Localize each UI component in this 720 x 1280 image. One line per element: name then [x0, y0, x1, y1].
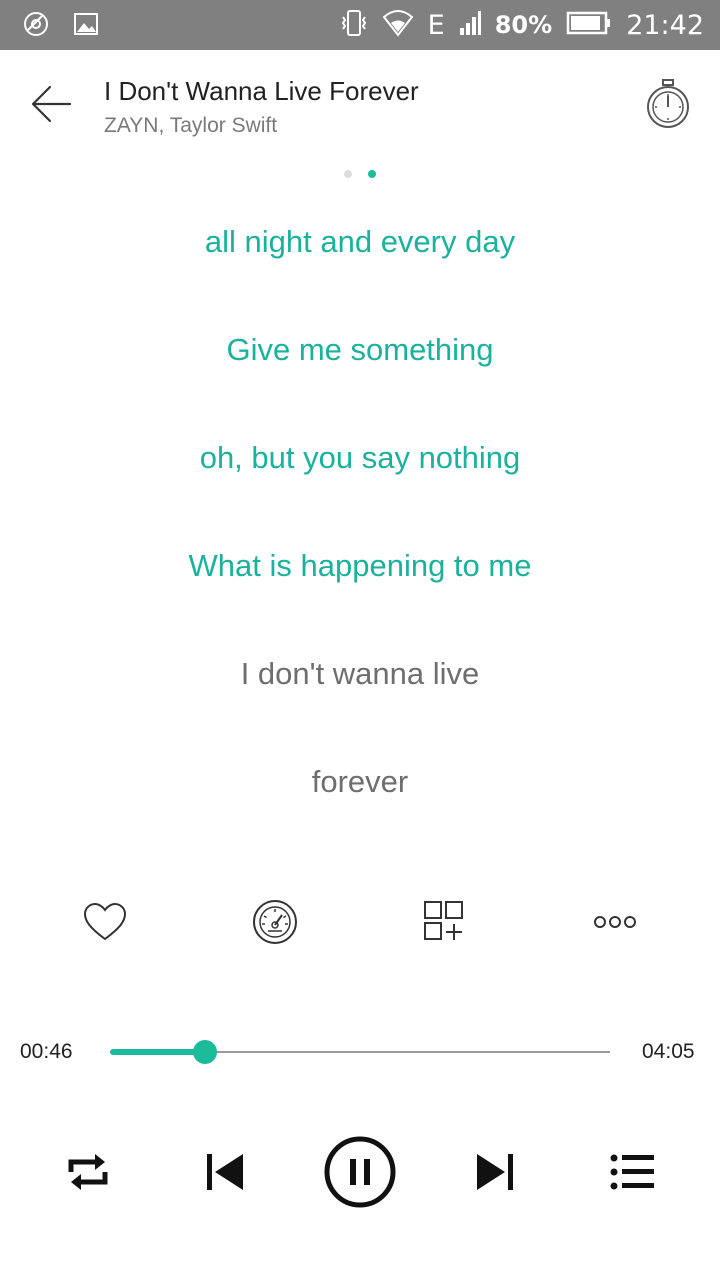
lyric-line: What is happening to me: [188, 548, 532, 583]
lyric-line: Give me something: [226, 332, 494, 367]
previous-icon: [207, 1154, 243, 1190]
next-icon: [477, 1154, 513, 1190]
more-options-button[interactable]: [588, 896, 640, 948]
back-button[interactable]: [26, 82, 76, 126]
repeat-icon: [68, 1154, 108, 1190]
battery-percent: 80%: [494, 11, 553, 39]
add-grid-icon: [424, 901, 463, 940]
wifi-icon: [382, 9, 414, 42]
page-dot-lyrics[interactable]: [368, 170, 376, 178]
seek-bar-thumb[interactable]: [193, 1040, 217, 1064]
network-type: E: [427, 9, 445, 41]
lyric-line: I don't wanna live: [240, 656, 480, 691]
repeat-button[interactable]: [62, 1134, 114, 1210]
play-pause-button[interactable]: [322, 1134, 398, 1210]
player-header: I Don't Wanna Live Forever ZAYN, Taylor …: [0, 50, 720, 160]
battery-icon: [566, 10, 612, 41]
next-button[interactable]: [470, 1134, 522, 1210]
cast-icon: [22, 10, 50, 43]
clock: 21:42: [626, 9, 704, 41]
seek-bar-progress: [110, 1049, 205, 1055]
page-indicator: [0, 170, 720, 178]
previous-button[interactable]: [198, 1134, 250, 1210]
queue-list-icon: [610, 1154, 654, 1190]
status-bar: E 80% 21:42: [0, 0, 720, 50]
lyric-line: oh, but you say nothing: [199, 440, 521, 475]
elapsed-time: 00:46: [20, 1040, 73, 1063]
sound-effects-button[interactable]: [249, 896, 301, 948]
signal-icon: [459, 10, 481, 41]
heart-icon: [83, 902, 127, 941]
add-to-playlist-button[interactable]: [418, 896, 470, 948]
song-title: I Don't Wanna Live Forever: [104, 76, 419, 106]
pause-icon: [324, 1136, 396, 1208]
speedometer-icon: [253, 900, 297, 944]
total-time: 04:05: [642, 1040, 695, 1063]
song-artist: ZAYN, Taylor Swift: [104, 114, 278, 137]
vibrate-icon: [340, 8, 368, 43]
page-dot-cover[interactable]: [344, 170, 352, 178]
lyric-line: forever: [311, 764, 409, 799]
sleep-timer-button[interactable]: [644, 78, 692, 130]
seek-bar[interactable]: [110, 1040, 610, 1064]
more-dots-icon: [594, 916, 636, 928]
stopwatch-icon: [647, 79, 689, 128]
queue-button[interactable]: [606, 1134, 658, 1210]
lyric-line: all night and every day: [204, 224, 516, 259]
back-arrow-icon: [31, 85, 72, 123]
image-icon: [72, 10, 100, 43]
favorite-button[interactable]: [79, 896, 131, 948]
